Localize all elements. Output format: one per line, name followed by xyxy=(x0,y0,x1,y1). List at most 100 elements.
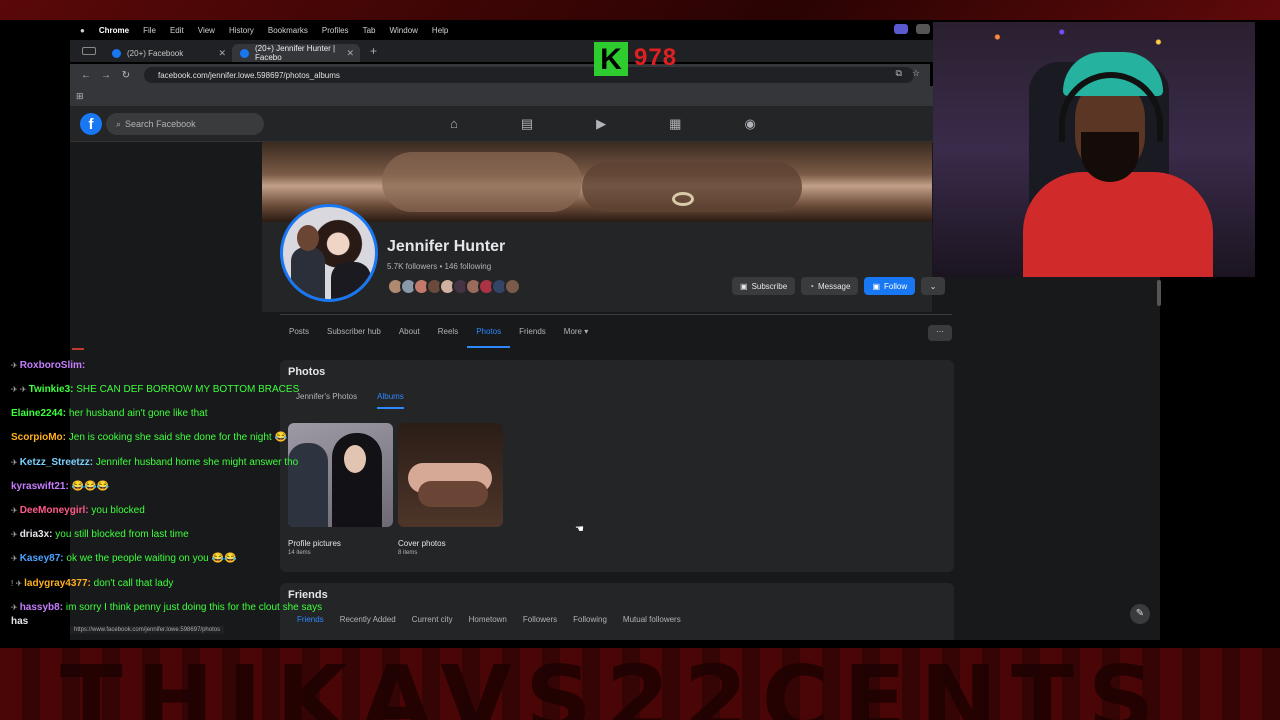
pages-icon[interactable]: ▤ xyxy=(521,116,533,132)
url-input[interactable]: facebook.com/jennifer.lowe.598697/photos… xyxy=(144,67,914,83)
tab-albums[interactable]: Albums xyxy=(377,392,404,409)
friend-avatar[interactable] xyxy=(504,278,521,295)
menu-file[interactable]: File xyxy=(143,26,156,35)
chat-text: ok we the people waiting on you 😂😂 xyxy=(66,553,237,564)
chevron-down-icon: ⌄ xyxy=(929,281,937,291)
avatar-figure xyxy=(297,225,319,251)
chat-message: Elaine2244: her husband ain't gone like … xyxy=(11,408,208,419)
menu-tab[interactable]: Tab xyxy=(363,26,376,35)
photos-section: Photos Jennifer's Photos Albums Profile … xyxy=(280,360,954,572)
groups-icon[interactable]: ◉ xyxy=(744,116,755,132)
tab-reels[interactable]: Reels xyxy=(429,327,467,336)
tab-title: (20+) Facebook xyxy=(127,48,184,58)
menu-history[interactable]: History xyxy=(229,26,254,35)
cover-photo[interactable] xyxy=(262,142,932,222)
new-tab-icon[interactable]: + xyxy=(370,44,377,58)
control-center-icon[interactable] xyxy=(916,24,930,34)
channel-logo-k: K xyxy=(594,42,628,76)
profile-avatar[interactable] xyxy=(280,204,378,302)
search-icon: ⌕ xyxy=(116,118,122,129)
profile-stats[interactable]: 5.7K followers • 146 following xyxy=(387,262,491,271)
chat-text: SHE CAN DEF BORROW MY BOTTOM BRACES xyxy=(76,384,300,395)
url-text: facebook.com/jennifer.lowe.598697/photos… xyxy=(158,70,340,80)
search-placeholder: Search Facebook xyxy=(125,119,196,129)
tab-current-city[interactable]: Current city xyxy=(412,615,453,624)
message-button[interactable]: ◔ Message xyxy=(801,277,859,295)
album-cover-photos[interactable]: Cover photos 8 items xyxy=(398,423,503,556)
menu-app-chrome[interactable]: Chrome xyxy=(99,26,129,35)
menu-help[interactable]: Help xyxy=(432,26,448,35)
chat-text: Jen is cooking she said she done for the… xyxy=(68,432,287,443)
tab-posts[interactable]: Posts xyxy=(280,327,318,336)
search-input[interactable]: ⌕ Search Facebook xyxy=(106,113,264,135)
more-options-button[interactable]: ⌄ xyxy=(921,277,946,295)
album-name[interactable]: Cover photos xyxy=(398,539,503,548)
close-tab-icon[interactable]: ✕ xyxy=(218,48,226,59)
menu-profiles[interactable]: Profiles xyxy=(322,26,349,35)
forward-icon[interactable]: → xyxy=(96,70,116,81)
apple-icon[interactable]: ● xyxy=(80,26,85,35)
screen-record-icon[interactable] xyxy=(894,24,908,34)
tab-friends[interactable]: Friends xyxy=(510,327,555,336)
browser-tab-jennifer[interactable]: (20+) Jennifer Hunter | Facebo ✕ xyxy=(232,44,360,62)
chat-badge-icon: ✈ xyxy=(11,554,18,563)
album-thumbnail[interactable] xyxy=(398,423,503,527)
tab-followers[interactable]: Followers xyxy=(523,615,557,624)
apps-grid-icon[interactable]: ⊞ xyxy=(76,91,84,102)
sidebar-toggle-icon[interactable] xyxy=(82,47,96,55)
chat-username: kyraswift21: xyxy=(11,481,69,492)
tab-subscriber-hub[interactable]: Subscriber hub xyxy=(318,327,390,336)
reload-icon[interactable]: ↻ xyxy=(116,70,136,81)
tab-photos[interactable]: Photos xyxy=(467,327,511,348)
marketplace-icon[interactable]: ▦ xyxy=(669,116,681,132)
chat-badge-icon: ✈ xyxy=(11,603,18,612)
back-icon[interactable]: ← xyxy=(76,70,96,81)
tab-following[interactable]: Following xyxy=(573,615,607,624)
video-icon[interactable]: ▶ xyxy=(596,116,606,132)
chat-username: hassyb8: xyxy=(19,602,64,613)
follow-label: Follow xyxy=(884,281,908,291)
chat-username: Kasey87: xyxy=(19,553,64,564)
facebook-nav-icons: ⌂ ▤ ▶ ▦ ◉ xyxy=(450,116,756,132)
page-scrollbar[interactable] xyxy=(1157,280,1161,306)
avatar-figure xyxy=(291,247,325,299)
menu-edit[interactable]: Edit xyxy=(170,26,184,35)
subscribe-icon: ▣ xyxy=(740,281,748,291)
tab-mutual-followers[interactable]: Mutual followers xyxy=(623,615,681,624)
menu-bookmarks[interactable]: Bookmarks xyxy=(268,26,308,35)
menu-window[interactable]: Window xyxy=(389,26,417,35)
home-icon[interactable]: ⌂ xyxy=(450,116,458,132)
cover-hand-shape xyxy=(582,162,802,212)
chat-badge-icon: ! ✈ xyxy=(11,579,23,588)
menu-view[interactable]: View xyxy=(198,26,215,35)
bookmark-star-icon[interactable]: ☆ xyxy=(912,68,920,79)
tab-more[interactable]: More ▾ xyxy=(555,327,597,336)
chat-username: DeeMoneygirl: xyxy=(19,505,89,516)
chat-message: ✈ DeeMoneygirl: you blocked xyxy=(11,505,145,516)
chat-badge-icon: ✈ xyxy=(11,506,18,515)
cover-ring-shape xyxy=(672,192,694,206)
tab-title: (20+) Jennifer Hunter | Facebo xyxy=(255,44,336,62)
browser-tab-facebook[interactable]: (20+) Facebook ✕ xyxy=(104,44,232,62)
chat-username: ladygray4377: xyxy=(24,578,91,589)
avatar-figure xyxy=(331,262,371,299)
stream-banner: THIKAVS22CENTS xyxy=(0,648,1280,720)
install-icon[interactable]: ⧉ xyxy=(895,68,901,79)
chat-username: RoxboroSlim: xyxy=(19,360,86,371)
tab-about[interactable]: About xyxy=(390,327,429,336)
follow-button[interactable]: ▣ Follow xyxy=(864,277,916,295)
more-icon[interactable]: ··· xyxy=(928,325,952,341)
banner-text: THIKAVS22CENTS xyxy=(60,648,1169,720)
profile-actions: ▣ Subscribe ◔ Message ▣ Follow ⌄ xyxy=(732,277,946,295)
chat-username: dria3x: xyxy=(19,529,53,540)
message-label: Message xyxy=(817,281,851,291)
compose-message-icon[interactable]: ✎ xyxy=(1130,604,1150,624)
facebook-favicon-icon xyxy=(112,48,121,58)
channel-logo-number: 978 xyxy=(634,44,678,71)
mouse-cursor-icon: ☚ xyxy=(575,524,584,535)
subscribe-button[interactable]: ▣ Subscribe xyxy=(732,277,796,295)
facebook-logo[interactable]: f xyxy=(80,113,102,135)
close-tab-icon[interactable]: ✕ xyxy=(346,48,354,59)
chat-text: her husband ain't gone like that xyxy=(68,408,208,419)
tab-hometown[interactable]: Hometown xyxy=(469,615,507,624)
